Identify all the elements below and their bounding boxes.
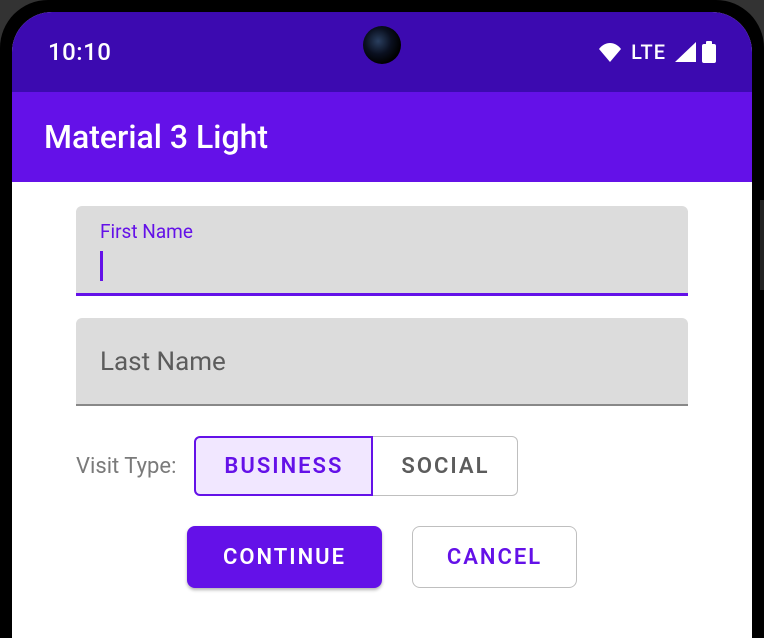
continue-button[interactable]: CONTINUE (187, 526, 382, 588)
form-content: First Name Last Name Visit Type: BUSINES… (12, 182, 752, 588)
first-name-label: First Name (100, 220, 664, 243)
clock: 10:10 (48, 38, 111, 66)
text-cursor (100, 251, 103, 281)
first-name-field[interactable]: First Name (76, 206, 688, 296)
camera-notch (363, 26, 401, 64)
visit-type-segmented: BUSINESS SOCIAL (194, 436, 518, 496)
side-button (760, 200, 764, 290)
visit-type-row: Visit Type: BUSINESS SOCIAL (76, 436, 688, 496)
page-title: Material 3 Light (44, 118, 268, 156)
action-buttons: CONTINUE CANCEL (76, 526, 688, 588)
signal-icon (674, 42, 696, 62)
phone-screen: 10:10 LTE Material 3 Light Fir (12, 12, 752, 638)
network-type: LTE (631, 40, 666, 64)
app-bar: Material 3 Light (12, 92, 752, 182)
status-icons: LTE (597, 40, 716, 64)
cancel-button[interactable]: CANCEL (412, 526, 577, 588)
last-name-field[interactable]: Last Name (76, 318, 688, 406)
wifi-icon (597, 42, 623, 62)
last-name-placeholder: Last Name (100, 332, 664, 392)
battery-icon (702, 41, 716, 63)
visit-type-social-button[interactable]: SOCIAL (373, 436, 518, 496)
visit-type-label: Visit Type: (76, 454, 176, 479)
visit-type-business-button[interactable]: BUSINESS (194, 436, 373, 496)
phone-frame: 10:10 LTE Material 3 Light Fir (0, 0, 764, 638)
